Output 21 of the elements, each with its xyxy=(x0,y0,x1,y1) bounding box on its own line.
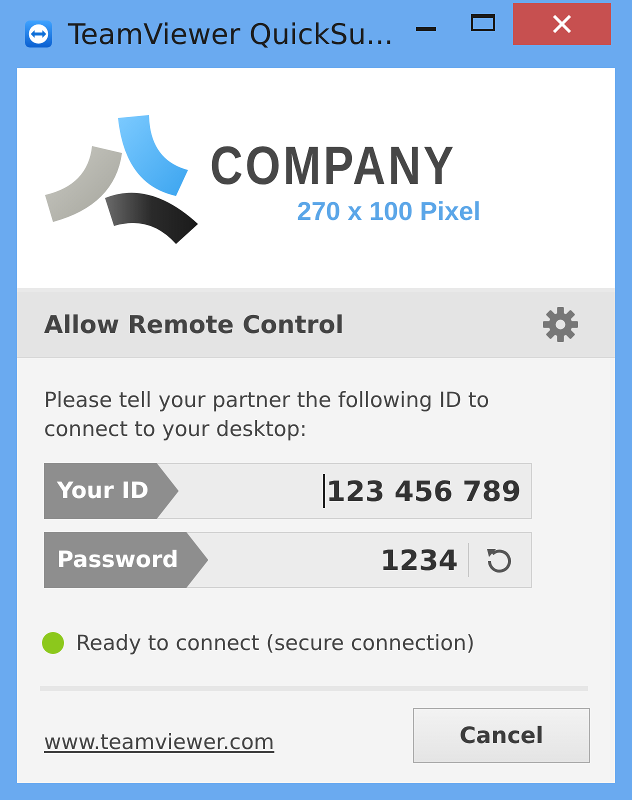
website-link[interactable]: www.teamviewer.com xyxy=(44,730,274,754)
field-label: Password xyxy=(44,532,208,588)
close-button[interactable] xyxy=(513,3,611,45)
close-icon xyxy=(552,15,572,33)
cancel-button[interactable]: Cancel xyxy=(413,708,590,763)
logo-wordmark: COMPANY xyxy=(210,139,456,193)
refresh-icon xyxy=(485,546,513,574)
maximize-icon xyxy=(470,14,494,30)
field-value: 123 456 789 xyxy=(326,474,521,508)
field-value: 1234 xyxy=(380,544,458,576)
password-field[interactable]: Password 1234 xyxy=(44,532,532,588)
minimize-icon xyxy=(416,27,436,31)
settings-icon[interactable] xyxy=(543,307,578,342)
app-icon xyxy=(25,20,52,48)
field-label: Your ID xyxy=(44,463,179,519)
window-title: TeamViewer QuickSu... xyxy=(68,18,394,50)
instruction-text: Please tell your partner the following ID to connect to your desktop: xyxy=(44,387,490,443)
id-field[interactable]: Your ID 123 456 789 xyxy=(44,463,532,519)
logo-caption: 270 x 100 Pixel xyxy=(297,197,481,225)
section-title: Allow Remote Control xyxy=(44,310,344,339)
status-text: Ready to connect (secure connection) xyxy=(76,631,475,655)
